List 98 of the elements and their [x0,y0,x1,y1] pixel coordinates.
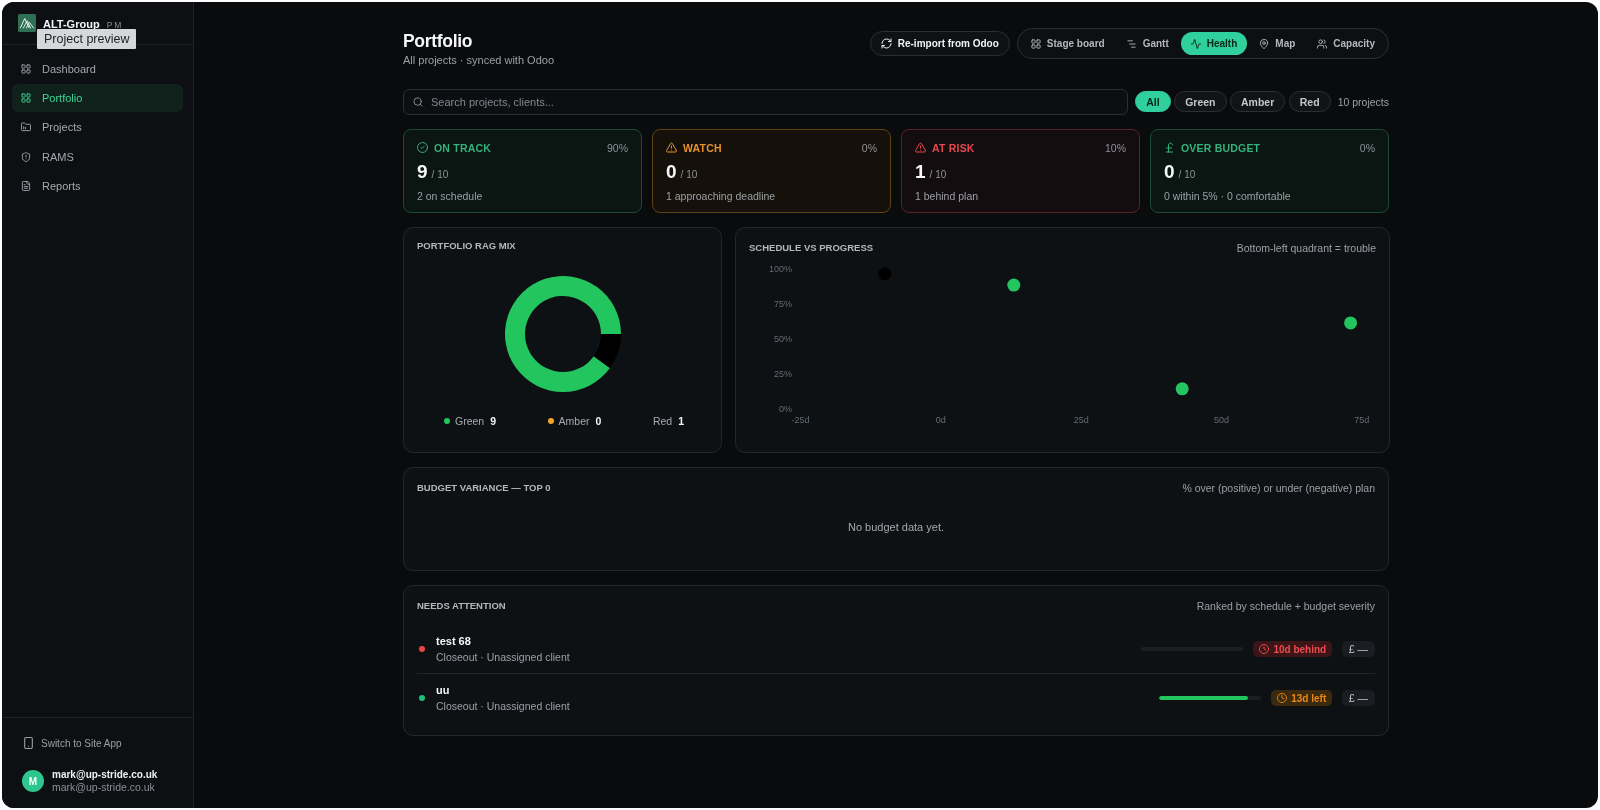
empty-message: No budget data yet. [848,520,944,534]
brand-name: ALT-Group [43,18,100,30]
stat-value: 0 [1164,160,1175,183]
warning-icon [915,142,926,153]
stat-label: OVER BUDGET [1181,141,1261,154]
check-circle-icon [417,142,428,153]
axis-tick-label: 0% [779,404,792,415]
budget-tag: £ — [1341,689,1375,707]
stat-label: AT RISK [932,141,975,154]
gantt-icon [1126,38,1137,49]
logo-icon [18,14,36,32]
axis-tick-label: 50d [1213,415,1229,426]
folder-icon [21,122,31,133]
stat-caption: 1 behind plan [915,189,979,203]
reimport-button[interactable]: Re-import from Odoo [869,30,1010,57]
search-icon [413,96,423,107]
schedule-status: 13d left [1291,692,1327,704]
stat-percent: 0% [861,141,877,154]
project-meta: Closeout · Unassigned client [436,650,570,664]
stat-label: ON TRACK [434,141,491,154]
view-tab[interactable]: Gantt [1116,32,1179,55]
legend-label: Red [652,413,673,428]
user-email: mark@up-stride.co.uk [52,781,155,794]
view-tab[interactable]: Map [1249,32,1306,55]
panel-note: % over (positive) or under (negative) plan [1182,480,1375,495]
users-icon [1317,38,1328,49]
user-name: mark@up-stride.co.uk [52,768,158,781]
nav-item[interactable]: Projects [12,113,183,142]
axis-tick-label: -25d [791,415,810,426]
stat-total: / 10 [1178,168,1196,180]
nav-item[interactable]: Dashboard [12,55,183,83]
page-subtitle: All projects · synced with Odoo [403,53,554,67]
legend-label: Amber [558,413,590,428]
panel-title: PORTFOLIO RAG MIX [417,238,516,253]
filter-chip[interactable]: Red [1288,91,1331,112]
axis-tick-label: 50% [774,334,792,345]
axis-tick-label: 25d [1073,415,1089,426]
project-count: 10 projects [1337,95,1389,108]
clock-icon [1259,644,1270,654]
stat-caption: 1 approaching deadline [666,189,776,203]
stat-percent: 90% [607,141,628,154]
panel-title: SCHEDULE VS PROGRESS [749,240,874,255]
grid-icon [21,93,31,104]
stat-label: WATCH [683,141,722,154]
pulse-icon [1190,38,1201,49]
axis-tick-label: 25% [774,369,792,380]
filter-chip[interactable]: Green [1174,91,1227,112]
stat-caption: 2 on schedule [417,189,483,203]
switch-app-link[interactable]: Switch to Site App [24,735,122,751]
refresh-icon [880,38,892,49]
panel-note: Bottom-left quadrant = trouble [1236,240,1376,255]
document-icon [21,180,31,191]
grid-icon [1030,38,1041,49]
view-tab[interactable]: Capacity [1307,32,1385,55]
panel-title: BUDGET VARIANCE — TOP 0 [417,480,551,495]
grid-icon [21,64,31,74]
stat-percent: 0% [1359,141,1375,154]
project-name: uu [436,683,450,698]
tooltip: Project preview [37,29,137,49]
shield-icon [21,151,31,162]
legend-value: 0 [595,413,602,428]
project-name: test 68 [436,634,471,649]
stat-total: / 10 [431,168,449,180]
clock-icon [1277,693,1288,703]
filter-chip[interactable]: Amber [1230,91,1286,112]
nav-item[interactable]: Portfolio [12,84,183,113]
phone-icon [24,737,33,749]
schedule-status: 10d behind [1273,643,1327,655]
axis-tick-label: 75% [774,299,792,310]
search-field[interactable]: Search projects, clients... [403,88,1129,115]
axis-tick-label: 100% [768,264,792,275]
legend-value: 1 [678,413,684,428]
view-tab[interactable]: Stage board [1020,32,1115,55]
axis-tick-label: 75d [1354,415,1370,426]
axis-tick-label: 0d [935,415,946,426]
stat-percent: 10% [1105,141,1126,154]
page-title: Portfolio [403,30,473,52]
stat-value: 1 [915,160,926,183]
warning-icon [666,142,677,153]
project-meta: Closeout · Unassigned client [436,699,570,713]
nav-item[interactable]: RAMS [12,142,183,171]
legend-label: Green [455,413,485,428]
map-pin-icon [1259,38,1270,49]
stat-caption: 0 within 5% · 0 comfortable [1164,189,1291,203]
legend-value: 9 [490,413,497,428]
stat-total: / 10 [929,168,947,180]
filter-chip[interactable]: All [1135,91,1171,112]
nav-item[interactable]: Reports [12,171,183,200]
stat-value: 0 [666,160,677,183]
avatar: M [22,770,44,792]
stat-value: 9 [417,160,428,183]
pound-icon [1164,142,1175,153]
panel-note: Ranked by schedule + budget severity [1196,599,1375,613]
budget-tag: £ — [1341,640,1375,658]
brand-suffix: PM [106,19,124,30]
panel-title: NEEDS ATTENTION [417,599,506,613]
stat-total: / 10 [680,168,698,180]
view-tab[interactable]: Health [1180,32,1248,55]
